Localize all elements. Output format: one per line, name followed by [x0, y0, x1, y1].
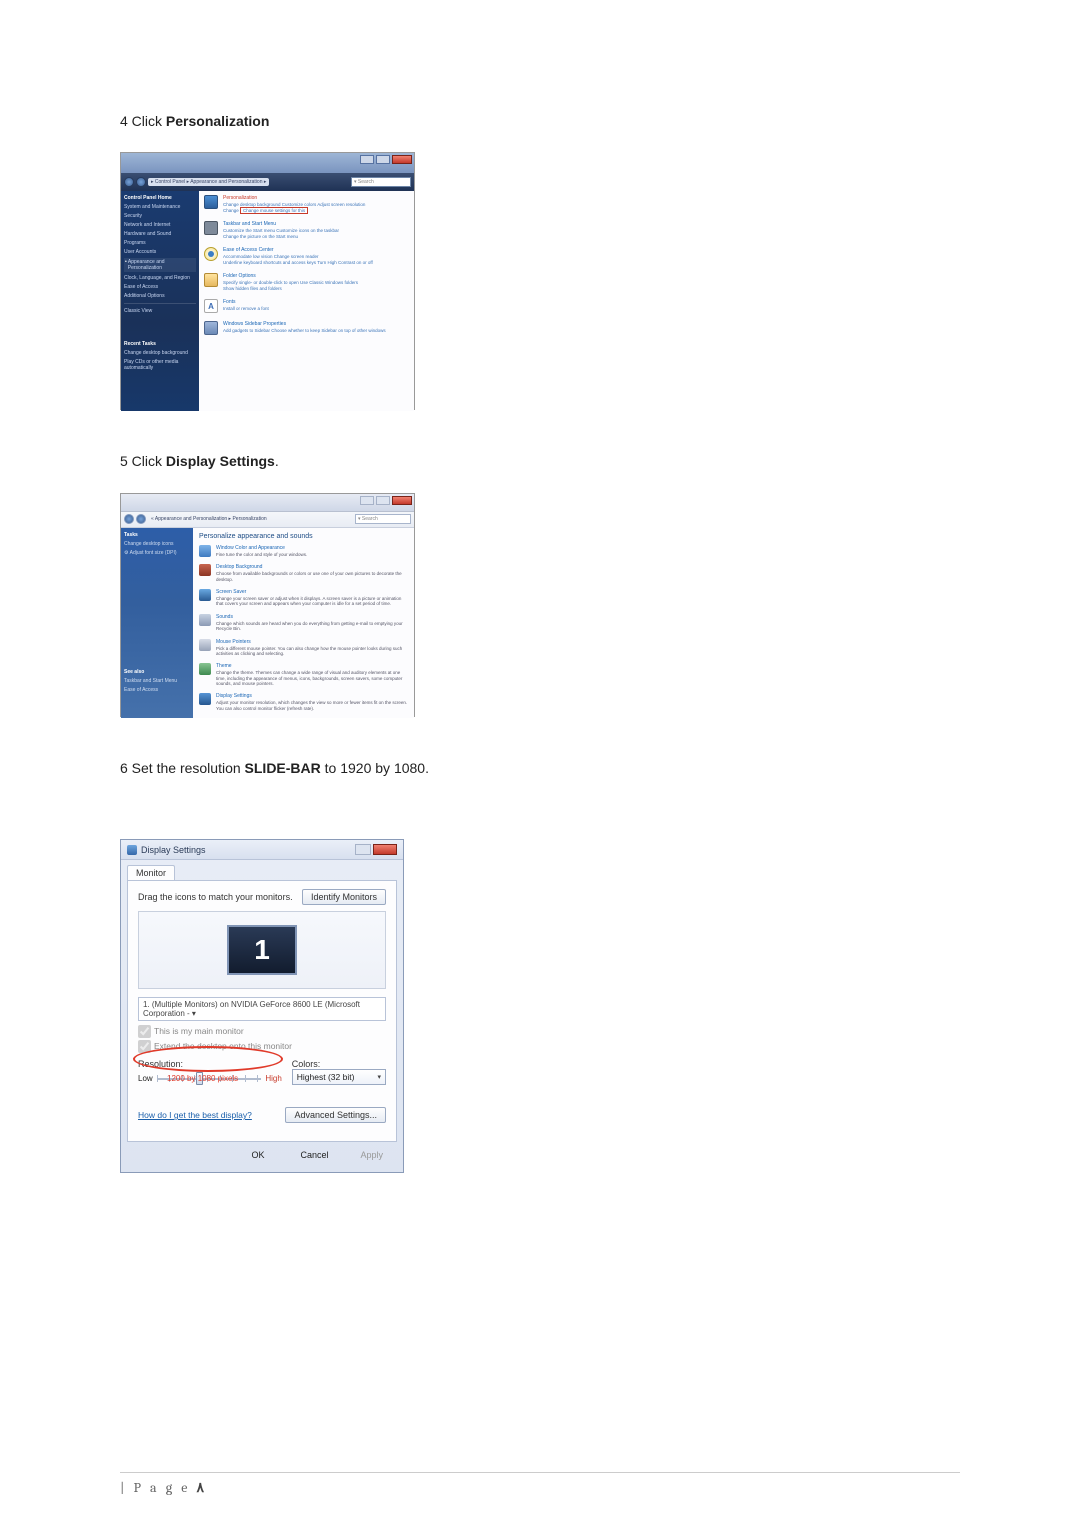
dialog-title: Display Settings	[141, 845, 206, 855]
search-input[interactable]: ▾ Search	[351, 177, 411, 187]
colors-label: Colors:	[292, 1059, 386, 1069]
sidebar-item[interactable]: Ease of Access	[124, 284, 196, 290]
dialog-titlebar: Display Settings	[121, 840, 403, 860]
annotation-text: 1200 by 1080 pixels	[167, 1074, 238, 1083]
step-6-text: 6 Set the resolution SLIDE-BAR to 1920 b…	[120, 757, 960, 779]
sidebar-see-item[interactable]: Taskbar and Start Menu	[124, 678, 190, 684]
sidebar-properties-link[interactable]: Windows Sidebar Properties	[223, 321, 409, 327]
forward-button[interactable]	[136, 514, 146, 524]
fonts-icon: A	[204, 299, 218, 313]
folder-options-link[interactable]: Folder Options	[223, 273, 409, 279]
window-color-link[interactable]: Window Color and Appearance	[216, 545, 307, 551]
minimize-button[interactable]	[360, 155, 374, 164]
taskbar-icon	[204, 221, 218, 235]
sidebar-item[interactable]: Classic View	[124, 308, 196, 314]
back-button[interactable]	[124, 177, 134, 187]
best-display-link[interactable]: How do I get the best display?	[138, 1110, 252, 1120]
close-button[interactable]	[392, 155, 412, 164]
sidebar-heading: Tasks	[124, 532, 190, 538]
sidebar-properties-icon	[204, 321, 218, 335]
mouse-pointers-link[interactable]: Mouse Pointers	[216, 639, 408, 645]
sidebar-recent-item[interactable]: Play CDs or other media automatically	[124, 359, 196, 371]
tasks-sidebar: Tasks Change desktop icons ⚙ Adjust font…	[121, 528, 193, 718]
slider-high-label: High	[265, 1074, 281, 1083]
sidebar-see-also: See also	[124, 669, 190, 675]
sidebar-item[interactable]: Clock, Language, and Region	[124, 275, 196, 281]
monitor-1-icon[interactable]: 1	[227, 925, 297, 975]
slider-low-label: Low	[138, 1074, 153, 1083]
apply-button[interactable]: Apply	[346, 1148, 397, 1162]
sounds-link[interactable]: Sounds	[216, 614, 408, 620]
sidebar-item-selected[interactable]: • Appearance and Personalization	[124, 258, 196, 272]
resolution-label: Resolution:	[138, 1059, 282, 1069]
forward-button[interactable]	[136, 177, 146, 187]
page-heading: Personalize appearance and sounds	[199, 533, 408, 540]
sidebar-recent-heading: Recent Tasks	[124, 341, 196, 347]
step-5-text: 5 Click Display Settings.	[120, 450, 960, 472]
identify-monitors-button[interactable]: Identify Monitors	[302, 889, 386, 905]
display-settings-icon	[199, 693, 211, 705]
maximize-button[interactable]	[376, 496, 390, 505]
sidebar-item[interactable]: System and Maintenance	[124, 204, 196, 210]
window-color-icon	[199, 545, 211, 557]
sidebar-item[interactable]: Programs	[124, 240, 196, 246]
sidebar-recent-item[interactable]: Change desktop background	[124, 350, 196, 356]
monitor-arrangement-area[interactable]: 1	[138, 911, 386, 989]
drag-instruction: Drag the icons to match your monitors.	[138, 892, 293, 902]
personalization-icon	[204, 195, 218, 209]
personalization-link[interactable]: Personalization	[223, 195, 409, 201]
sidebar-item[interactable]: Network and Internet	[124, 222, 196, 228]
window-titlebar	[121, 494, 414, 512]
ease-of-access-link[interactable]: Ease of Access Center	[223, 247, 409, 253]
screen-saver-link[interactable]: Screen Saver	[216, 589, 408, 595]
desktop-background-link[interactable]: Desktop Background	[216, 564, 408, 570]
dialog-icon	[127, 845, 137, 855]
sidebar-task-item[interactable]: ⚙ Adjust font size (DPI)	[124, 550, 190, 556]
screenshot-control-panel: ▸ Control Panel ▸ Appearance and Persona…	[120, 152, 415, 410]
cancel-button[interactable]: Cancel	[288, 1148, 340, 1162]
colors-dropdown[interactable]: Highest (32 bit)▾	[292, 1069, 386, 1085]
theme-icon	[199, 663, 211, 675]
fonts-link[interactable]: Fonts	[223, 299, 409, 305]
close-button[interactable]	[392, 496, 412, 505]
breadcrumb[interactable]: ▸ Control Panel ▸ Appearance and Persona…	[148, 178, 269, 186]
advanced-settings-button[interactable]: Advanced Settings...	[285, 1107, 386, 1123]
breadcrumb[interactable]: « Appearance and Personalization ▸ Perso…	[148, 515, 270, 523]
taskbar-link[interactable]: Taskbar and Start Menu	[223, 221, 409, 227]
mouse-pointers-icon	[199, 639, 211, 651]
minimize-button[interactable]	[360, 496, 374, 505]
control-panel-sidebar: Control Panel Home System and Maintenanc…	[121, 191, 199, 411]
monitor-tab[interactable]: Monitor	[127, 865, 175, 880]
folder-options-icon	[204, 273, 218, 287]
step-4-text: 4 Click Personalization	[120, 110, 960, 132]
sidebar-item[interactable]: User Accounts	[124, 249, 196, 255]
sidebar-item[interactable]: Additional Options	[124, 293, 196, 299]
desktop-background-icon	[199, 564, 211, 576]
back-button[interactable]	[124, 514, 134, 524]
page-footer: | P a g e ٨	[120, 1472, 960, 1497]
sidebar-task-item[interactable]: Change desktop icons	[124, 541, 190, 547]
sidebar-heading: Control Panel Home	[124, 195, 196, 201]
maximize-button[interactable]	[376, 155, 390, 164]
theme-link[interactable]: Theme	[216, 663, 408, 669]
sidebar-item[interactable]: Security	[124, 213, 196, 219]
display-settings-link[interactable]: Display Settings	[216, 693, 408, 699]
monitor-select[interactable]: 1. (Multiple Monitors) on NVIDIA GeForce…	[138, 997, 386, 1021]
window-titlebar	[121, 153, 414, 173]
close-button[interactable]	[373, 844, 397, 855]
sidebar-item[interactable]: Hardware and Sound	[124, 231, 196, 237]
extend-desktop-checkbox[interactable]: Extend the desktop onto this monitor	[138, 1040, 386, 1053]
screenshot-personalization: « Appearance and Personalization ▸ Perso…	[120, 493, 415, 717]
screenshot-display-settings-dialog: Display Settings Monitor Drag the icons …	[120, 839, 404, 1173]
search-input[interactable]: ▾ Search	[355, 514, 411, 524]
sounds-icon	[199, 614, 211, 626]
help-button[interactable]	[355, 844, 371, 855]
main-monitor-checkbox[interactable]: This is my main monitor	[138, 1025, 386, 1038]
sidebar-see-item[interactable]: Ease of Access	[124, 687, 190, 693]
ease-of-access-icon	[204, 247, 218, 261]
ok-button[interactable]: OK	[233, 1148, 282, 1162]
screen-saver-icon	[199, 589, 211, 601]
